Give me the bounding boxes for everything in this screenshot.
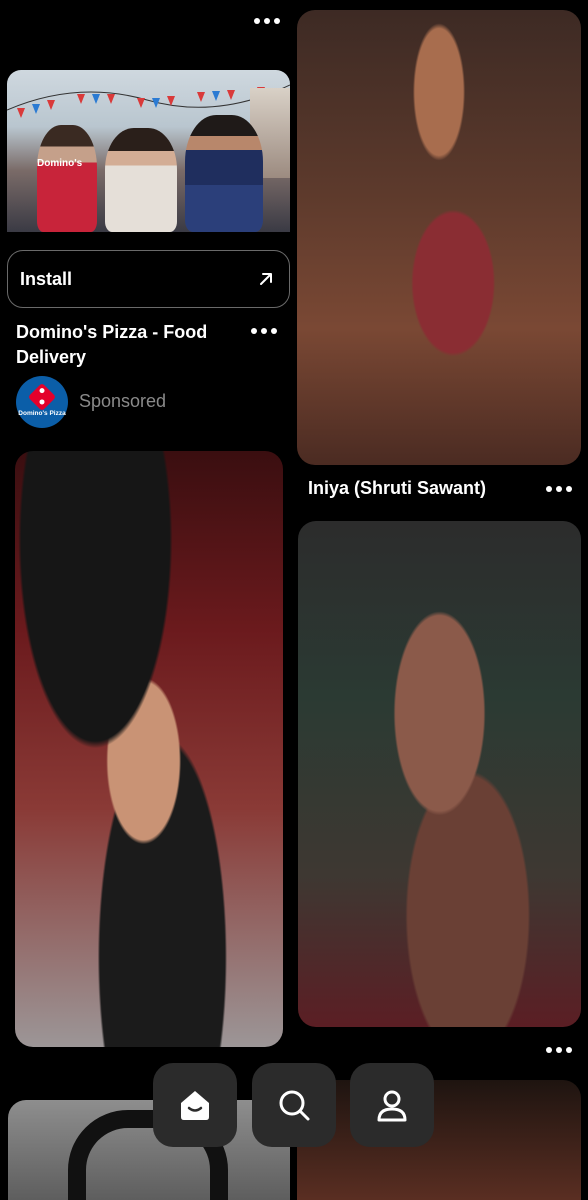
ad-image[interactable]: Domino's — [7, 70, 290, 232]
brand-avatar-text: Domino's Pizza — [18, 410, 66, 417]
more-dot-icon — [546, 486, 552, 492]
more-dot-icon — [546, 1047, 552, 1053]
pin-image[interactable] — [8, 1100, 290, 1200]
pin-caption[interactable]: Iniya (Shruti Sawant) — [308, 478, 486, 499]
dominos-logo-icon — [27, 382, 57, 412]
more-dot-icon — [251, 328, 257, 334]
pin-more-button[interactable] — [546, 486, 572, 492]
top-more-button[interactable] — [254, 18, 280, 24]
sponsored-label: Sponsored — [79, 391, 167, 411]
ad-person-right — [185, 115, 263, 232]
ad-person-middle — [105, 128, 177, 232]
profile-icon — [377, 1090, 407, 1122]
install-label: Install — [20, 268, 73, 289]
install-button[interactable]: Install — [7, 250, 290, 308]
search-icon — [279, 1090, 310, 1121]
ad-image-logo: Domino's — [37, 158, 83, 169]
ad-title[interactable]: Domino's Pizza - Food Delivery — [16, 320, 236, 370]
nav-profile-button[interactable] — [350, 1063, 434, 1147]
pin-image[interactable] — [15, 451, 283, 1047]
pin-image[interactable] — [297, 1080, 581, 1200]
nav-search-button[interactable] — [252, 1063, 336, 1147]
ad-more-button[interactable] — [251, 328, 277, 334]
more-dot-icon — [254, 18, 260, 24]
home-icon — [181, 1091, 209, 1120]
pin-image[interactable] — [298, 521, 581, 1027]
pin-more-button[interactable] — [546, 1047, 572, 1053]
brand-avatar[interactable]: Domino's Pizza — [16, 376, 68, 428]
pin-image[interactable] — [297, 10, 581, 465]
nav-home-button[interactable] — [153, 1063, 237, 1147]
ad-person-left — [37, 125, 97, 232]
arrow-up-right-icon — [260, 273, 272, 285]
